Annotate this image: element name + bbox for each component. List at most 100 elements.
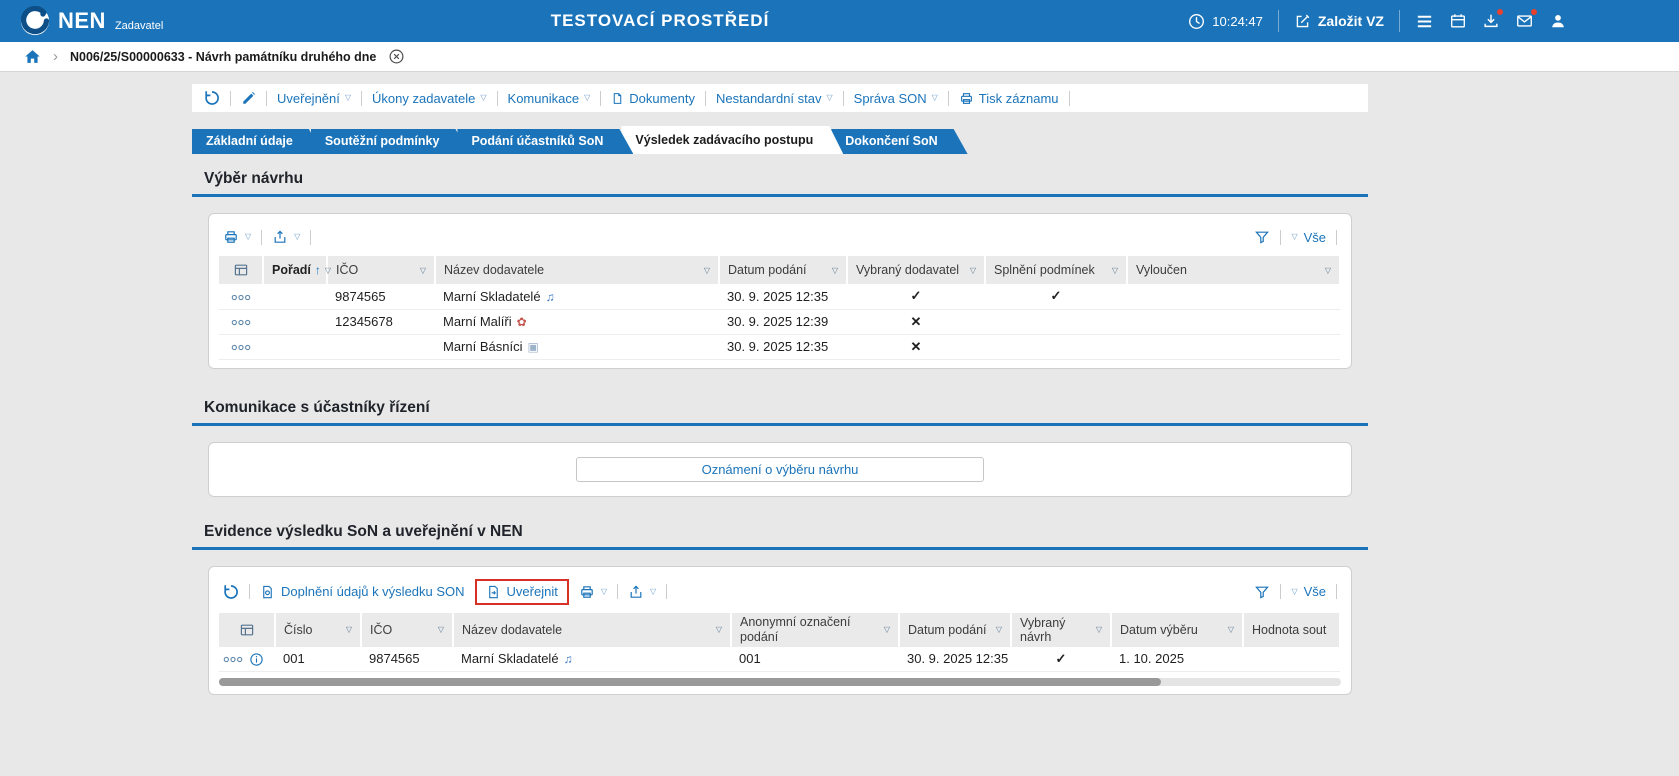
toolbar-item-dokumenty[interactable]: Dokumenty [611,91,695,106]
filter-icon[interactable] [1254,584,1270,600]
view-all-dropdown[interactable]: ▽ Vše [1291,230,1326,245]
table-header-row: Pořadí↑▽ IČO▽ Název dodavatele▽ Datum po… [219,256,1340,284]
home-icon[interactable] [24,48,41,65]
refresh-icon[interactable] [204,90,220,106]
cell-anonymni-oznaceni: 001 [731,647,899,672]
breadcrumb-record-label[interactable]: N006/25/S00000633 - Návrh památníku druh… [70,50,376,64]
toolbar-item-ukony-zadavatele[interactable]: Úkony zadavatele▽ [372,91,487,106]
evidence-table: Číslo▽ IČO▽ Název dodavatele▽ Anonymní o… [219,613,1341,673]
divider [1336,230,1337,245]
oznameni-o-vyberu-navrhu-button[interactable]: Oznámení o výběru návrhu [576,457,984,482]
divider [261,230,262,245]
doplneni-udaju-button[interactable]: Doplnění údajů k výsledku SON [260,584,465,600]
filter-dropdown-icon[interactable]: ▽ [716,625,722,634]
filter-dropdown-icon[interactable]: ▽ [1096,625,1102,634]
picture-icon: ▣ [527,340,538,354]
toolbar-item-tisk-zaznamu[interactable]: Tisk záznamu [959,91,1059,106]
environment-title: TESTOVACÍ PROSTŘEDÍ [551,11,770,31]
divider [361,91,362,106]
info-icon[interactable] [249,652,264,667]
vyber-navrhu-panel: ▽ ▽ ▽ Vše [208,213,1352,369]
row-menu-icon[interactable] [231,319,251,326]
column-header-vyloucen[interactable]: Vyloučen▽ [1127,256,1340,284]
table-row[interactable]: 12345678 Marní Malíři✿ 30. 9. 2025 12:39… [219,309,1340,334]
print-button[interactable]: ▽ [223,229,251,245]
menu-icon[interactable] [1415,12,1434,31]
filter-dropdown-icon[interactable]: ▽ [1112,266,1118,275]
cell-splneni-podminek [985,309,1127,334]
chevron-down-icon: ▽ [294,233,300,241]
toolbar-item-nestandardni-stav[interactable]: Nestandardní stav▽ [716,91,833,106]
section-title-evidence: Evidence výsledku SoN a uveřejnění v NEN [192,523,1368,550]
uverejnit-button-highlighted[interactable]: Uveřejnit [475,579,569,605]
column-header-datum-podani[interactable]: Datum podání▽ [719,256,847,284]
table-row[interactable]: Marní Básníci▣ 30. 9. 2025 12:35 ✕ [219,334,1340,359]
mail-icon[interactable] [1515,12,1534,30]
refresh-icon[interactable] [223,584,239,600]
tab-vysledek-zadavaciho-postupu[interactable]: Výsledek zadávacího postupu [621,126,843,154]
view-all-dropdown[interactable]: ▽ Vše [1291,584,1326,599]
document-icon [611,91,624,106]
filter-dropdown-icon[interactable]: ▽ [1228,625,1234,634]
scrollbar-thumb[interactable] [219,678,1161,686]
horizontal-scrollbar[interactable] [219,678,1341,686]
column-header-datum-vyberu[interactable]: Datum výběru▽ [1111,613,1243,647]
divider [666,584,667,599]
column-header-hodnota[interactable]: Hodnota sout [1243,613,1340,647]
divider [705,91,706,106]
cell-nazev-dodavatele: Marní Skladatelé♫ [453,647,731,672]
filter-dropdown-icon[interactable]: ▽ [704,266,710,275]
table-row[interactable]: 001 9874565 Marní Skladatelé♫ 001 30. 9.… [219,647,1340,672]
cell-splneni-podminek [985,334,1127,359]
filter-dropdown-icon[interactable]: ▽ [970,266,976,275]
filter-icon[interactable] [1254,229,1270,245]
column-header-splneni-podminek[interactable]: Splnění podmínek▽ [985,256,1127,284]
edit-icon[interactable] [241,91,256,106]
row-menu-icon[interactable] [231,344,251,351]
close-record-icon[interactable] [388,48,405,65]
column-chooser-icon[interactable] [219,613,275,647]
filter-dropdown-icon[interactable]: ▽ [420,266,426,275]
tab-soutezni-podminky[interactable]: Soutěžní podmínky [311,129,470,154]
column-header-anonymni-oznaceni[interactable]: Anonymní označení podání▽ [731,613,899,647]
column-header-vybrany-navrh[interactable]: Vybraný návrh▽ [1011,613,1111,647]
cell-ico [327,334,435,359]
filter-dropdown-icon[interactable]: ▽ [832,266,838,275]
toolbar-item-komunikace[interactable]: Komunikace▽ [508,91,591,106]
column-header-nazev-dodavatele[interactable]: Název dodavatele▽ [453,613,731,647]
filter-dropdown-icon[interactable]: ▽ [1325,266,1331,275]
toolbar-item-uverejneni[interactable]: Uveřejnění▽ [277,91,351,106]
user-icon[interactable] [1549,12,1567,30]
toolbar-item-sprava-son[interactable]: Správa SON▽ [854,91,938,106]
column-chooser-icon[interactable] [219,256,263,284]
tab-bar: Základní údaje Soutěžní podmínky Podání … [192,126,1368,154]
export-button[interactable]: ▽ [272,229,300,245]
download-icon[interactable] [1482,12,1500,30]
create-vz-button[interactable]: Založit VZ [1294,13,1384,30]
column-header-datum-podani[interactable]: Datum podání▽ [899,613,1011,647]
filter-dropdown-icon[interactable]: ▽ [346,625,352,634]
tab-dokonceni-son[interactable]: Dokončení SoN [831,129,967,154]
tab-zakladni-udaje[interactable]: Základní údaje [192,129,323,154]
column-header-nazev-dodavatele[interactable]: Název dodavatele▽ [435,256,719,284]
filter-dropdown-icon[interactable]: ▽ [438,625,444,634]
filter-dropdown-icon[interactable]: ▽ [996,625,1002,634]
column-header-vybrany-dodavatel[interactable]: Vybraný dodavatel▽ [847,256,985,284]
column-header-poradi[interactable]: Pořadí↑▽ [263,256,327,284]
section-title-komunikace: Komunikace s účastníky řízení [192,399,1368,426]
row-menu-icon[interactable] [231,294,251,301]
calendar-icon[interactable] [1449,12,1467,30]
row-menu-icon[interactable] [223,656,243,663]
tab-podani-ucastniku-son[interactable]: Podání účastníků SoN [457,129,633,154]
filter-dropdown-icon[interactable]: ▽ [325,266,331,275]
table-row[interactable]: 9874565 Marní Skladatelé♫ 30. 9. 2025 12… [219,284,1340,309]
export-button[interactable]: ▽ [628,584,656,600]
row-menu-cell [219,309,263,334]
print-button[interactable]: ▽ [579,584,607,600]
column-header-ico[interactable]: IČO▽ [361,613,453,647]
divider [1336,584,1337,599]
filter-dropdown-icon[interactable]: ▽ [884,625,890,634]
column-header-ico[interactable]: IČO▽ [327,256,435,284]
column-header-cislo[interactable]: Číslo▽ [275,613,361,647]
brand[interactable]: NEN Zadavatel [0,1,163,41]
